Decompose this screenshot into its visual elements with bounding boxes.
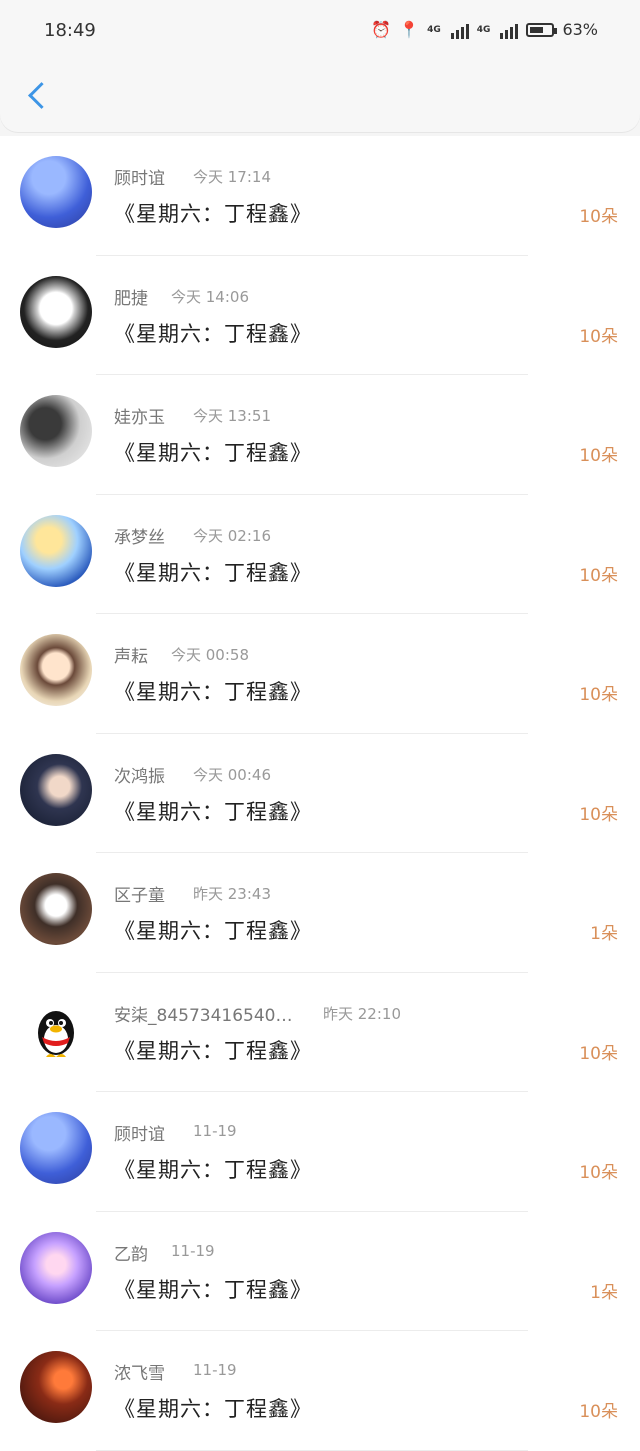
gift-title: 《星期六：丁程鑫》 <box>114 560 312 585</box>
user-name: 顾时谊 <box>114 169 165 189</box>
gift-title: 《星期六：丁程鑫》 <box>114 1038 312 1063</box>
gift-title: 《星期六：丁程鑫》 <box>114 202 312 226</box>
flower-count: 10朵 <box>579 1163 618 1183</box>
gift-title: 《星期六：丁程鑫》 <box>114 799 312 824</box>
flower-count: 10朵 <box>579 326 618 347</box>
list-item[interactable]: 顾时谊 今天 17:14 《星期六：丁程鑫》 10朵 <box>0 136 640 256</box>
gift-title: 《星期六：丁程鑫》 <box>114 1277 312 1302</box>
gift-title: 《星期六：丁程鑫》 <box>114 1158 312 1182</box>
timestamp: 今天 13:51 <box>193 407 271 425</box>
gift-title: 《星期六：丁程鑫》 <box>114 321 312 346</box>
flower-count: 1朵 <box>590 1282 618 1303</box>
status-icons: ⏰ 📍 4G 4G 63% <box>371 20 598 39</box>
gift-title: 《星期六：丁程鑫》 <box>114 919 312 943</box>
list-item[interactable]: 肥捷 今天 14:06 《星期六：丁程鑫》 10朵 <box>0 255 640 375</box>
user-name: 浓飞雪 <box>114 1364 165 1384</box>
flower-count: 10朵 <box>579 804 618 825</box>
status-time: 18:49 <box>44 20 96 41</box>
user-name: 声耘 <box>114 647 148 667</box>
user-name: 安柒_84573416540… <box>114 1005 293 1026</box>
flower-count: 10朵 <box>579 1043 618 1064</box>
avatar[interactable] <box>20 395 92 467</box>
timestamp: 11-19 <box>193 1122 237 1140</box>
gift-title: 《星期六：丁程鑫》 <box>114 441 312 465</box>
list-item[interactable]: 顾时谊 11-19 《星期六：丁程鑫》 10朵 <box>0 1092 640 1212</box>
list-item[interactable]: 区子童 昨天 23:43 《星期六：丁程鑫》 1朵 <box>0 853 640 973</box>
timestamp: 今天 00:46 <box>193 765 271 784</box>
list-item[interactable]: 安柒_84573416540… 昨天 22:10 《星期六：丁程鑫》 10朵 <box>0 972 640 1092</box>
battery-percent: 63% <box>562 20 598 39</box>
user-name: 次鸿振 <box>114 766 165 787</box>
timestamp: 昨天 22:10 <box>323 1004 401 1023</box>
avatar[interactable] <box>20 1231 92 1304</box>
user-name: 顾时谊 <box>114 1125 165 1145</box>
list-item[interactable]: 浓飞雪 11-19 《星期六：丁程鑫》 10朵 <box>0 1331 640 1451</box>
row-divider <box>96 1449 528 1451</box>
timestamp: 今天 14:06 <box>171 287 249 306</box>
timestamp: 昨天 23:43 <box>193 885 271 903</box>
avatar[interactable] <box>20 156 92 228</box>
timestamp: 11-19 <box>193 1361 237 1379</box>
user-name: 肥捷 <box>114 288 148 309</box>
avatar[interactable] <box>20 873 92 945</box>
gift-title: 《星期六：丁程鑫》 <box>114 680 312 704</box>
signal-icon-1 <box>450 21 469 39</box>
network-type-2: 4G <box>476 24 491 35</box>
list-item[interactable]: 娃亦玉 今天 13:51 《星期六：丁程鑫》 10朵 <box>0 375 640 495</box>
flower-count: 10朵 <box>579 565 618 586</box>
user-name: 乙韵 <box>114 1244 148 1265</box>
list-item[interactable]: 乙韵 11-19 《星期六：丁程鑫》 1朵 <box>0 1211 640 1331</box>
list-item[interactable]: 次鸿振 今天 00:46 《星期六：丁程鑫》 10朵 <box>0 733 640 853</box>
location-icon: 📍 <box>399 20 420 39</box>
timestamp: 今天 17:14 <box>193 168 271 186</box>
avatar[interactable] <box>20 1112 92 1184</box>
avatar[interactable] <box>20 753 92 826</box>
avatar[interactable] <box>20 634 92 706</box>
flower-count: 10朵 <box>579 207 618 227</box>
flower-count: 10朵 <box>579 685 618 705</box>
signal-icon-2 <box>500 21 519 39</box>
avatar[interactable] <box>20 514 92 587</box>
user-name: 区子童 <box>114 886 165 906</box>
qq-penguin-icon <box>38 1010 74 1057</box>
flower-count: 1朵 <box>590 924 618 944</box>
gift-title: 《星期六：丁程鑫》 <box>114 1397 312 1421</box>
avatar[interactable] <box>20 275 92 348</box>
timestamp: 今天 02:16 <box>193 526 271 545</box>
avatar[interactable] <box>20 1351 92 1423</box>
battery-icon <box>526 22 558 37</box>
user-name: 娃亦玉 <box>114 408 165 428</box>
timestamp: 今天 00:58 <box>171 646 249 664</box>
user-name: 承梦丝 <box>114 527 165 548</box>
gift-record-list: 顾时谊 今天 17:14 《星期六：丁程鑫》 10朵 肥捷 今天 14:06 《星期六：丁程… <box>0 136 640 1451</box>
flower-count: 10朵 <box>579 1402 618 1422</box>
list-item[interactable]: 声耘 今天 00:58 《星期六：丁程鑫》 10朵 <box>0 614 640 734</box>
timestamp: 11-19 <box>171 1241 215 1260</box>
network-type-1: 4G <box>427 24 441 35</box>
alarm-icon: ⏰ <box>371 20 392 39</box>
flower-count: 10朵 <box>579 446 618 466</box>
avatar[interactable] <box>20 992 92 1065</box>
top-bar: 18:49 ⏰ 📍 4G 4G 63% <box>0 0 640 132</box>
back-chevron-icon[interactable] <box>28 82 55 109</box>
list-item[interactable]: 承梦丝 今天 02:16 《星期六：丁程鑫》 10朵 <box>0 494 640 614</box>
